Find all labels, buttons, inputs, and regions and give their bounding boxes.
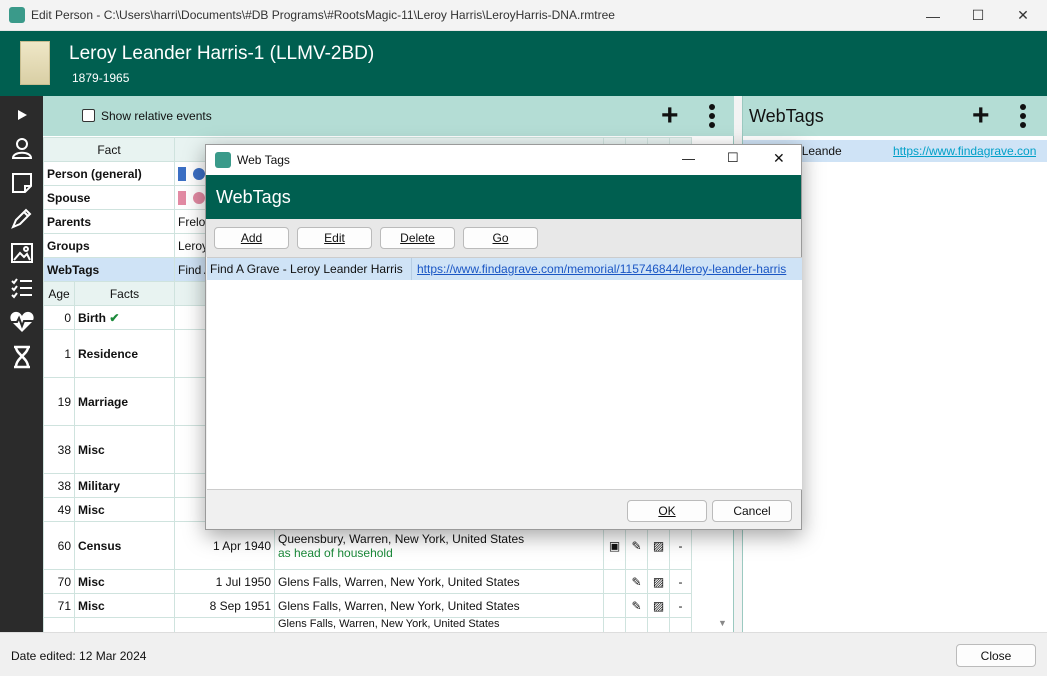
person-name: Leroy Leander Harris-1 (LLMV-2BD) (69, 43, 375, 64)
app-icon (9, 7, 25, 23)
citation-pen-icon[interactable]: ✎ (625, 569, 648, 594)
dialog-close-button[interactable]: ✕ (773, 150, 785, 167)
webtags-toolbar: WebTags + (743, 96, 1047, 136)
add-fact-button[interactable]: + (661, 101, 679, 131)
image-icon[interactable] (9, 240, 35, 266)
dialog-maximize-button[interactable]: ☐ (727, 150, 739, 166)
delete-button[interactable]: Delete (380, 227, 455, 249)
app-icon (215, 152, 231, 168)
date-edited: Date edited: 12 Mar 2024 (11, 649, 147, 663)
add-button[interactable]: Add (214, 227, 289, 249)
verified-check-icon: ✔ (109, 310, 120, 325)
webtag-url[interactable]: https://www.findagrave.com/memorial/1157… (412, 262, 786, 276)
dialog-minimize-button[interactable]: — (682, 151, 695, 166)
cancel-button[interactable]: Cancel (712, 500, 792, 522)
main-more-button[interactable] (708, 104, 716, 131)
row-label: WebTags (43, 257, 175, 282)
note-icon[interactable] (9, 170, 35, 196)
dash-cell: - (669, 593, 692, 618)
fact-row[interactable]: 71 Misc 8 Sep 1951 Glens Falls, Warren, … (43, 593, 692, 618)
webtags-panel-title: WebTags (749, 106, 824, 126)
media-icon[interactable]: ▨ (647, 569, 670, 594)
expand-icon[interactable] (9, 102, 35, 128)
female-indicator-icon (178, 190, 186, 205)
webtags-more-button[interactable] (1019, 104, 1027, 131)
row-label: Groups (43, 233, 175, 258)
fact-column-header: Fact (43, 137, 175, 162)
window-title: Edit Person - C:\Users\harri\Documents\#… (31, 8, 615, 22)
fact-description: as head of household (278, 545, 393, 560)
pen-icon[interactable] (9, 205, 35, 231)
edit-button[interactable]: Edit (297, 227, 372, 249)
close-button[interactable]: Close (956, 644, 1036, 667)
list-item[interactable]: Find A Grave - Leroy Leander Harris http… (207, 258, 802, 280)
webtag-name: Find A Grave - Leroy Leander Harris (207, 258, 412, 280)
row-label: Spouse (43, 185, 175, 210)
window-titlebar: Edit Person - C:\Users\harri\Documents\#… (0, 0, 1047, 31)
scroll-down-arrow[interactable]: ▼ (718, 618, 727, 628)
person-header: Leroy Leander Harris-1 (LLMV-2BD) 1879-1… (0, 31, 1047, 96)
media-icon[interactable]: ▨ (647, 593, 670, 618)
main-toolbar: Show relative events + (43, 96, 734, 136)
web-tags-dialog: Web Tags — ☐ ✕ WebTags Add Edit Delete G… (205, 144, 802, 530)
ok-button[interactable]: OK (627, 500, 707, 522)
webtags-list: Find A Grave - Leroy Leander Harris http… (207, 257, 802, 490)
fact-row[interactable]: 70 Misc 1 Jul 1950 Glens Falls, Warren, … (43, 569, 692, 594)
person-icon[interactable] (9, 135, 35, 161)
info-icon (193, 191, 206, 204)
go-button[interactable]: Go (463, 227, 538, 249)
dialog-titlebar: Web Tags — ☐ ✕ (206, 145, 801, 175)
male-indicator-icon (178, 166, 186, 181)
dialog-heading: WebTags (216, 187, 291, 207)
health-icon[interactable] (9, 309, 35, 335)
sidebar (0, 96, 43, 632)
close-window-button[interactable]: ✕ (1000, 0, 1046, 31)
dialog-toolbar: Add Edit Delete Go (206, 219, 801, 257)
citation-pen-icon[interactable]: ✎ (625, 593, 648, 618)
dash-cell: - (669, 569, 692, 594)
checklist-icon[interactable] (9, 275, 35, 301)
hourglass-icon[interactable] (9, 344, 35, 370)
dialog-header: WebTags (206, 175, 801, 219)
row-label: Parents (43, 209, 175, 234)
person-photo[interactable] (20, 41, 50, 85)
person-lifespan: 1879-1965 (72, 71, 130, 85)
minimize-button[interactable]: — (910, 0, 956, 31)
info-icon (193, 167, 206, 180)
age-column-header: Age (43, 281, 75, 306)
show-relative-events-label: Show relative events (101, 109, 212, 123)
dialog-title: Web Tags (237, 153, 290, 167)
facts-column-header: Facts (74, 281, 175, 306)
row-label: Person (general) (43, 161, 175, 186)
show-relative-events-checkbox[interactable] (82, 109, 95, 122)
webtag-url-link[interactable]: https://www.findagrave.con (893, 144, 1036, 158)
maximize-button[interactable]: ☐ (955, 0, 1001, 31)
add-webtag-button[interactable]: + (972, 101, 990, 131)
status-bar: Date edited: 12 Mar 2024 Close (0, 632, 1047, 676)
